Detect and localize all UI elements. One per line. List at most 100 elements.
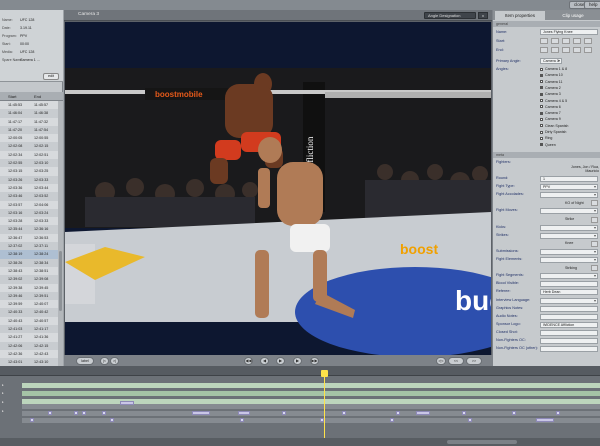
angle-option[interactable]: Camera 7 xyxy=(540,111,561,115)
list-item[interactable]: 12:02:34 12:02:51 xyxy=(0,150,58,160)
angle-option[interactable]: Camera 4 & 5 xyxy=(540,99,567,103)
angle-option[interactable]: Dirty Spanish xyxy=(540,130,566,134)
tag-spinner[interactable] xyxy=(591,240,598,247)
field-dropdown[interactable] xyxy=(540,208,598,215)
list-item[interactable]: 12:42:06 12:42:15 xyxy=(0,341,58,350)
list-item[interactable]: 12:40:43 12:40:57 xyxy=(0,316,58,326)
field-dropdown[interactable] xyxy=(540,224,598,231)
list-item[interactable]: 12:03:26 12:03:33 xyxy=(0,175,58,184)
angle-checkbox[interactable] xyxy=(540,117,543,121)
tab-clip-usage[interactable]: Clip usage xyxy=(547,11,599,20)
transport-right-button-1[interactable]: << xyxy=(448,357,464,365)
timecode-field[interactable] xyxy=(562,38,570,44)
timecode-field[interactable] xyxy=(573,38,581,44)
angle-option[interactable]: Camera 9 xyxy=(540,117,561,121)
transport-button-2[interactable]: ▶ xyxy=(276,357,285,365)
timeline-marker[interactable] xyxy=(102,411,106,415)
list-item[interactable]: 12:38:19 12:38:24 xyxy=(0,250,58,259)
transport-right-button-2[interactable]: >> xyxy=(466,357,482,365)
timeline-marker[interactable] xyxy=(238,411,250,415)
timeline-scrollbar[interactable] xyxy=(0,438,600,446)
list-item[interactable]: 12:03:46 12:03:52 xyxy=(0,192,58,201)
list-item[interactable]: 12:03:16 12:03:24 xyxy=(0,208,58,218)
end-column-header[interactable]: End xyxy=(34,94,41,99)
timecode-field[interactable] xyxy=(573,47,581,53)
field-dropdown[interactable] xyxy=(540,273,598,280)
timeline-marker[interactable] xyxy=(536,418,554,422)
timeline-marker[interactable] xyxy=(110,418,114,422)
tag-spinner[interactable] xyxy=(591,200,598,207)
tab-item-properties[interactable]: Item properties xyxy=(495,11,545,20)
field-input[interactable] xyxy=(540,338,598,344)
list-item[interactable]: 12:39:46 12:39:51 xyxy=(0,291,58,301)
list-item[interactable]: 12:39:38 12:39:45 xyxy=(0,283,58,292)
edit-button[interactable]: edit xyxy=(43,73,59,80)
list-item[interactable]: 12:41:03 12:41:17 xyxy=(0,325,58,334)
transport-right-button-0[interactable]: >|< xyxy=(436,357,446,365)
transport-button-1[interactable]: ◀ xyxy=(260,357,269,365)
timeline-marker[interactable] xyxy=(396,411,400,415)
field-dropdown[interactable] xyxy=(540,232,598,239)
angle-checkbox[interactable] xyxy=(540,67,543,71)
list-item[interactable]: 12:38:43 12:38:51 xyxy=(0,266,58,276)
timecode-field[interactable] xyxy=(551,38,559,44)
start-column-header[interactable]: Start xyxy=(8,94,16,99)
field-input[interactable]: Herb Dean xyxy=(540,289,598,296)
timecode-field[interactable] xyxy=(551,47,559,53)
angle-checkbox[interactable] xyxy=(540,105,543,109)
angle-checkbox[interactable] xyxy=(540,99,543,103)
list-item[interactable]: 12:03:28 12:03:33 xyxy=(0,217,58,226)
general-section-header[interactable]: general xyxy=(493,21,600,27)
list-item[interactable]: 12:35:44 12:36:16 xyxy=(0,225,58,234)
timeline-ruler[interactable] xyxy=(0,366,600,376)
track-lock-icon[interactable]: ▸ xyxy=(2,383,20,388)
field-input[interactable]: WIDENCE Affliction xyxy=(540,321,598,328)
angle-option[interactable]: Camera 1 & 8 xyxy=(540,67,567,71)
list-item[interactable]: 12:39:02 12:39:08 xyxy=(0,275,58,284)
tag-spinner[interactable] xyxy=(591,265,598,272)
list-item[interactable]: 12:02:55 12:03:10 xyxy=(0,159,58,168)
angle-checkbox[interactable] xyxy=(540,92,543,96)
field-input[interactable]: 1 xyxy=(540,176,598,182)
angle-option[interactable]: Camera 2 xyxy=(540,86,561,90)
marker-lane[interactable] xyxy=(22,418,600,423)
field-input[interactable] xyxy=(540,313,598,320)
angle-option[interactable]: Camera 3 xyxy=(540,92,561,96)
video-track[interactable] xyxy=(22,391,600,396)
field-input[interactable] xyxy=(540,329,598,336)
transport-left-button-2[interactable]: >| xyxy=(110,357,119,365)
angle-checkbox[interactable] xyxy=(540,86,543,90)
angle-option[interactable]: Camera 11 xyxy=(540,80,563,84)
timeline-marker[interactable] xyxy=(468,418,472,422)
angle-option[interactable]: Camera 6 xyxy=(540,105,561,109)
timeline-marker[interactable] xyxy=(82,411,86,415)
playhead[interactable] xyxy=(324,372,325,446)
transport-left-button-0[interactable]: label xyxy=(76,357,94,365)
angle-checkbox[interactable] xyxy=(540,130,543,134)
timeline-marker[interactable] xyxy=(240,418,244,422)
list-item[interactable]: 12:38:26 12:38:34 xyxy=(0,258,58,267)
list-item[interactable]: 12:00:05 12:00:55 xyxy=(0,134,58,143)
list-item[interactable]: 11:47:20 11:47:54 xyxy=(0,125,58,135)
angle-checkbox[interactable] xyxy=(540,136,543,140)
timeline[interactable]: ▸ ▸ ▸ ▸ xyxy=(0,366,600,446)
angle-checkbox[interactable] xyxy=(540,80,543,84)
list-item[interactable]: 12:03:36 12:03:44 xyxy=(0,183,58,193)
timeline-marker[interactable] xyxy=(342,411,346,415)
angle-option[interactable]: Queen xyxy=(540,143,556,147)
field-dropdown[interactable] xyxy=(540,248,598,255)
timeline-marker[interactable] xyxy=(556,411,560,415)
transport-button-4[interactable]: ▶▶ xyxy=(310,357,319,365)
timecode-field[interactable] xyxy=(540,38,548,44)
timeline-marker[interactable] xyxy=(74,411,78,415)
close-icon[interactable]: x xyxy=(478,12,488,19)
angle-designation-dropdown[interactable]: Angle Designation xyxy=(424,12,476,19)
field-dropdown[interactable]: PPV xyxy=(540,184,598,191)
video-frame[interactable]: boostmobile Affliction boost bud xyxy=(65,22,491,355)
list-item[interactable]: 12:39:59 12:40:07 xyxy=(0,300,58,309)
scrollbar-thumb[interactable] xyxy=(59,251,62,311)
timeline-marker[interactable] xyxy=(48,411,52,415)
tag-spinner[interactable] xyxy=(591,216,598,223)
timecode-field[interactable] xyxy=(584,47,592,53)
angle-checkbox[interactable] xyxy=(540,111,543,115)
